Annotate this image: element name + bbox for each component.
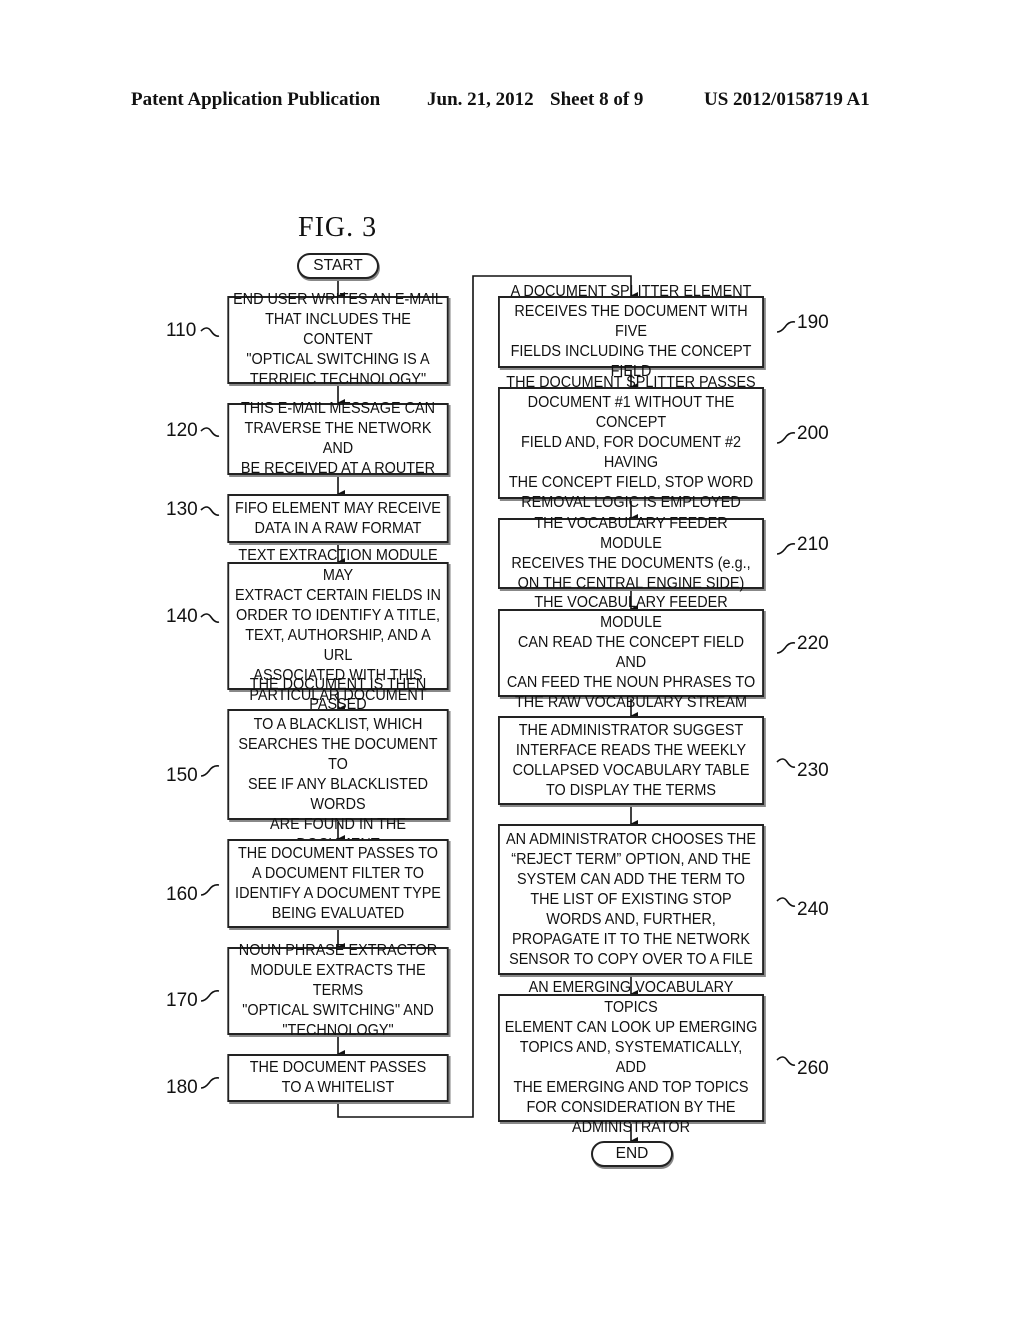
step-230-box: THE ADMINISTRATOR SUGGEST INTERFACE READ… bbox=[498, 716, 764, 805]
step-110-box: END USER WRITES AN E-MAIL THAT INCLUDES … bbox=[227, 291, 449, 388]
leader-210 bbox=[776, 543, 796, 555]
leader-190 bbox=[776, 321, 796, 333]
leader-180 bbox=[200, 1077, 220, 1089]
step-220-box: THE VOCABULARY FEEDER MODULE CAN READ TH… bbox=[498, 594, 764, 711]
leader-110 bbox=[200, 327, 220, 337]
step-120-box: THIS E-MAIL MESSAGE CAN TRAVERSE THE NET… bbox=[227, 400, 449, 477]
leader-200 bbox=[776, 432, 796, 444]
ref-120: 120 bbox=[166, 420, 198, 441]
ref-220: 220 bbox=[797, 633, 829, 654]
leader-170 bbox=[200, 990, 220, 1002]
leader-240 bbox=[776, 897, 796, 907]
ref-240: 240 bbox=[797, 899, 829, 920]
ref-210: 210 bbox=[797, 534, 829, 555]
step-240-box: AN ADMINISTRATOR CHOOSES THE “REJECT TER… bbox=[498, 824, 764, 975]
step-130-box: FIFO ELEMENT MAY RECEIVE DATA IN A RAW F… bbox=[227, 494, 449, 543]
step-260-box: AN EMERGING VOCABULARY TOPICS ELEMENT CA… bbox=[498, 979, 764, 1136]
ref-190: 190 bbox=[797, 312, 829, 333]
ref-180: 180 bbox=[166, 1077, 198, 1098]
step-200-box: THE DOCUMENT SPLITTER PASSES DOCUMENT #1… bbox=[498, 374, 764, 511]
step-160-box: THE DOCUMENT PASSES TO A DOCUMENT FILTER… bbox=[227, 839, 449, 928]
ref-140: 140 bbox=[166, 606, 198, 627]
ref-200: 200 bbox=[797, 423, 829, 444]
start-terminal: START bbox=[297, 253, 379, 279]
ref-110: 110 bbox=[166, 320, 197, 341]
leader-220 bbox=[776, 642, 796, 654]
ref-260: 260 bbox=[797, 1058, 829, 1079]
ref-230: 230 bbox=[797, 760, 829, 781]
end-terminal: END bbox=[591, 1141, 673, 1167]
ref-160: 160 bbox=[166, 884, 198, 905]
ref-130: 130 bbox=[166, 499, 198, 520]
step-210-box: THE VOCABULARY FEEDER MODULE RECEIVES TH… bbox=[498, 515, 764, 592]
leader-120 bbox=[200, 427, 220, 437]
leader-130 bbox=[200, 506, 220, 516]
step-170-box: NOUN PHRASE EXTRACTOR MODULE EXTRACTS TH… bbox=[227, 942, 449, 1039]
leader-260 bbox=[776, 1056, 796, 1066]
step-180-box: THE DOCUMENT PASSES TO A WHITELIST bbox=[227, 1054, 449, 1102]
step-190-box: A DOCUMENT SPLITTER ELEMENT RECEIVES THE… bbox=[498, 283, 764, 380]
leader-140 bbox=[200, 613, 220, 623]
leader-160 bbox=[200, 884, 220, 896]
step-150-box: THE DOCUMENT IS THEN PASSED TO A BLACKLI… bbox=[227, 676, 449, 853]
leader-230 bbox=[776, 758, 796, 768]
leader-150 bbox=[200, 765, 220, 777]
ref-150: 150 bbox=[166, 765, 198, 786]
step-140-box: TEXT EXTRACTION MODULE MAY EXTRACT CERTA… bbox=[227, 547, 449, 704]
ref-170: 170 bbox=[166, 990, 198, 1011]
